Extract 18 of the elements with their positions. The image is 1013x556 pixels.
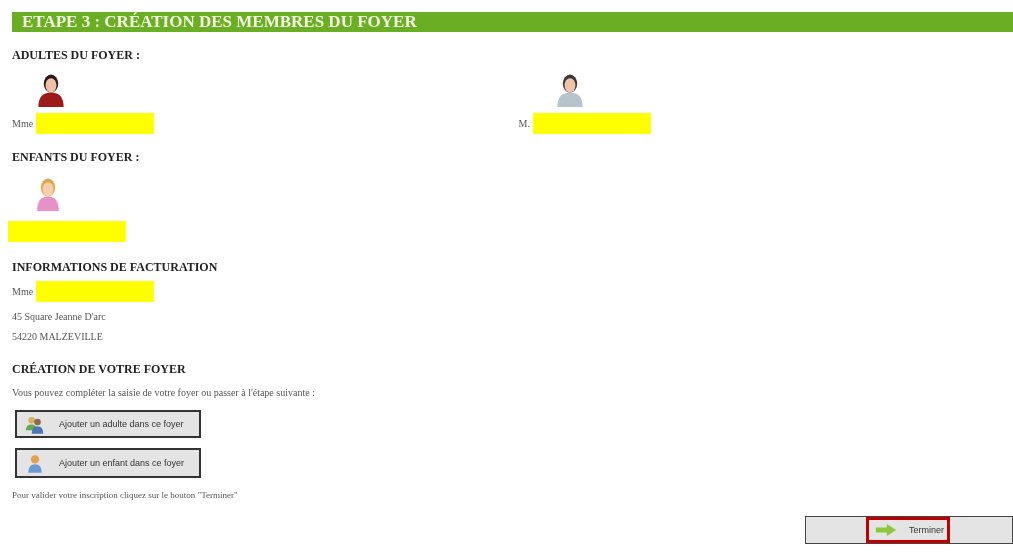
step-title: ETAPE 3 : CRÉATION DES MEMBRES DU FOYER [12,12,1013,32]
finish-button[interactable]: Terminer [805,516,1013,544]
instruction-text: Vous pouvez compléter la saisie de votre foyer ou passer à l'étape suivante : [12,387,316,398]
section-heading: INFORMATIONS DE FACTURATION [12,260,219,275]
add-adult-button[interactable]: Ajouter un adulte dans ce foyer [15,410,201,438]
section-heading: CRÉATION DE VOTRE FOYER [12,362,187,377]
address-line: 54220 MALZEVILLE [12,331,104,342]
section-heading: ADULTES DU FOYER : [12,48,141,63]
person-icon [25,453,45,473]
address-line: 45 Square Jeanne D'arc [12,311,107,322]
civility-label: Mme [12,286,34,297]
people-icon [25,414,45,434]
arrow-icon [875,524,897,536]
civility-label: Mme [12,118,34,129]
instruction-text: Pour valider votre inscription cliquez sur le bouton "Terminer" [12,490,239,500]
civility-label: M. [518,118,530,129]
section-heading: ENFANTS DU FOYER : [12,150,141,165]
add-child-button[interactable]: Ajouter un enfant dans ce foyer [15,448,201,478]
